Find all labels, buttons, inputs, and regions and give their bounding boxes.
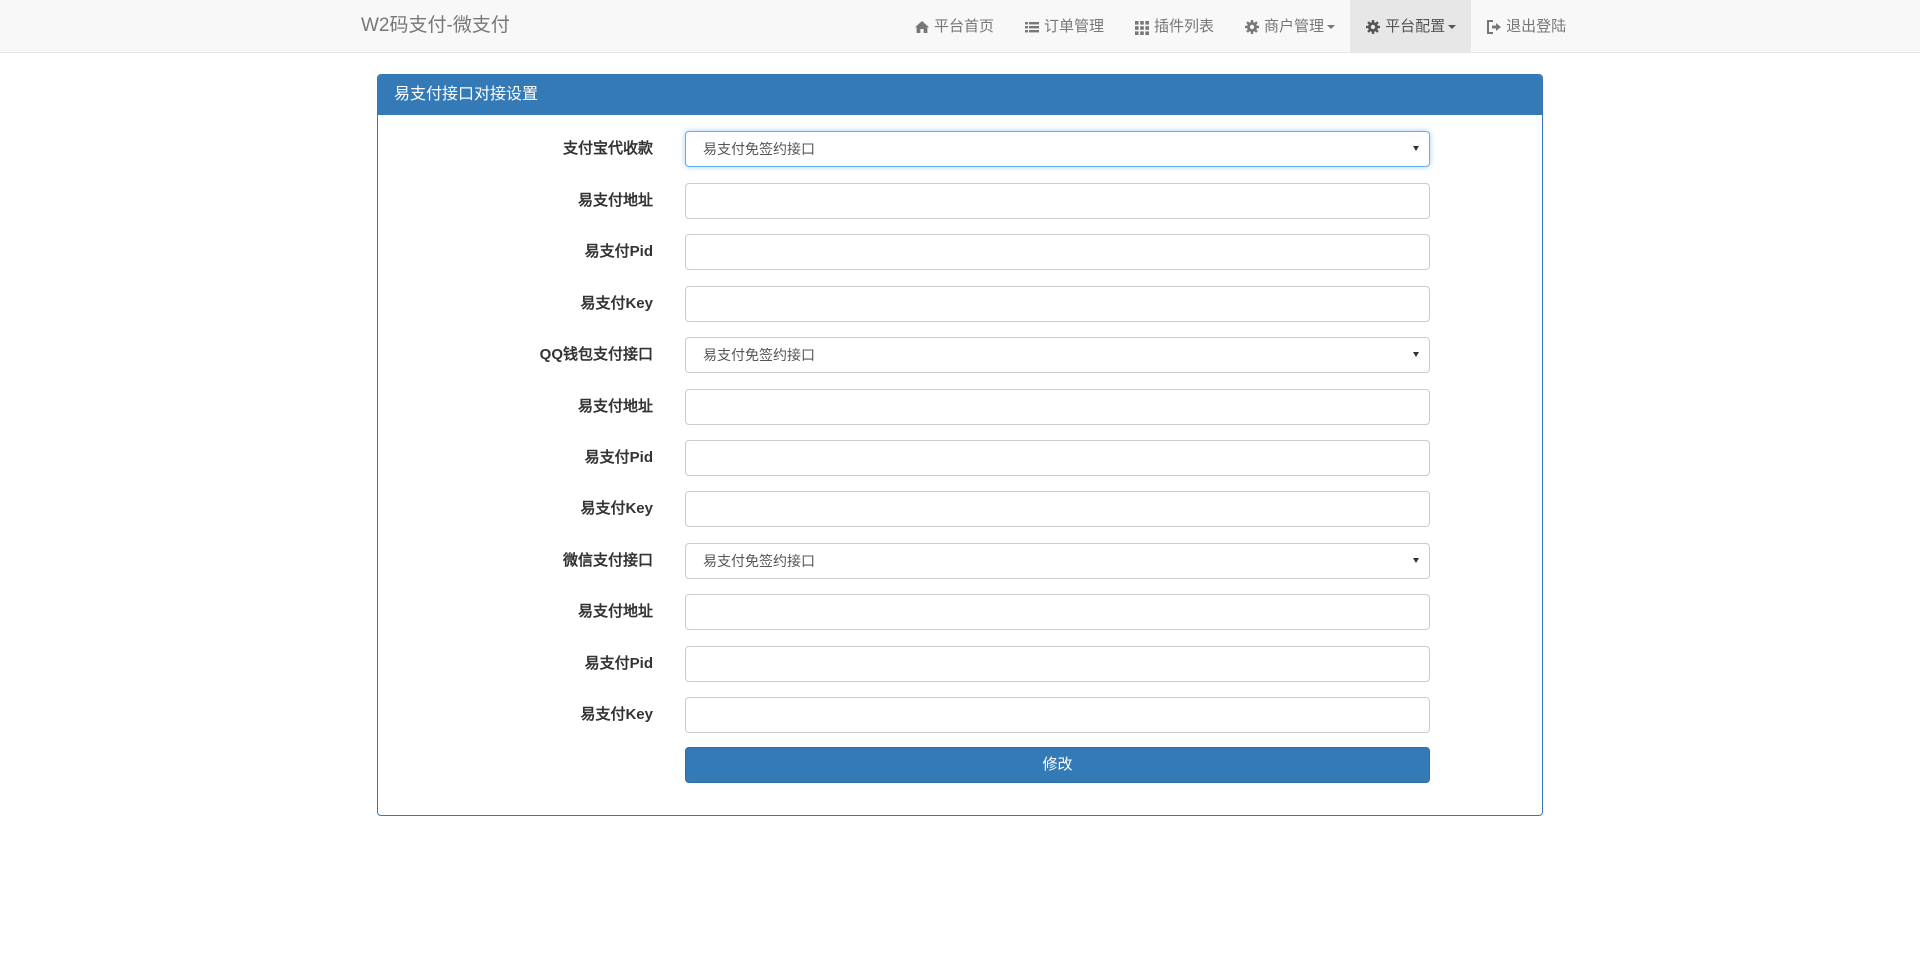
gear-icon [1244, 19, 1260, 35]
nav-item-orders[interactable]: 订单管理 [1009, 0, 1119, 53]
nav-item-plugins[interactable]: 插件列表 [1119, 0, 1229, 53]
alipay-pid-input[interactable] [685, 234, 1430, 270]
qq-pid-label: 易支付Pid [584, 449, 653, 466]
nav-item-merchants-dropdown[interactable]: 商户管理 [1229, 0, 1350, 53]
alipay-select-value: 易支付免签约接口 [703, 141, 815, 157]
wechat-interface-select[interactable]: 易支付免签约接口 [685, 543, 1430, 579]
qq-key-input[interactable] [685, 491, 1430, 527]
qq-url-input[interactable] [685, 389, 1430, 425]
wechat-key-input[interactable] [685, 697, 1430, 733]
nav-item-home[interactable]: 平台首页 [899, 0, 1009, 53]
form-row-alipay-pid: 易支付Pid [378, 234, 1542, 270]
wechat-select-label: 微信支付接口 [562, 552, 653, 569]
form-row-qq-select: QQ钱包支付接口 易支付免签约接口 [378, 337, 1542, 373]
form-row-alipay-url: 易支付地址 [378, 183, 1542, 219]
nav-item-label: 平台配置 [1385, 17, 1446, 35]
form-row-qq-url: 易支付地址 [378, 389, 1542, 425]
alipay-key-label: 易支付Key [580, 295, 653, 312]
nav-item-label: 订单管理 [1044, 17, 1105, 35]
alipay-pid-label: 易支付Pid [584, 243, 653, 260]
nav-item-label: 插件列表 [1154, 17, 1215, 35]
panel-title: 易支付接口对接设置 [378, 75, 1542, 115]
wechat-url-input[interactable] [685, 594, 1430, 630]
qq-interface-select[interactable]: 易支付免签约接口 [685, 337, 1430, 373]
qq-pid-input[interactable] [685, 440, 1430, 476]
brand-title[interactable]: W2码支付-微支付 [361, 0, 510, 53]
nav-menu: 平台首页 订单管理 插件列表 商户管理 平台配置 退出登陆 [899, 0, 1581, 53]
wechat-key-label: 易支付Key [580, 706, 653, 723]
top-navbar: W2码支付-微支付 平台首页 订单管理 插件列表 商户管理 平台配置 退出登陆 [0, 0, 1920, 53]
alipay-key-input[interactable] [685, 286, 1430, 322]
form-row-wechat-url: 易支付地址 [378, 594, 1542, 630]
list-icon [1024, 19, 1040, 35]
nav-item-logout[interactable]: 退出登陆 [1471, 0, 1581, 53]
form-row-wechat-pid: 易支付Pid [378, 646, 1542, 682]
submit-button[interactable]: 修改 [685, 747, 1430, 783]
nav-item-platform-config-dropdown[interactable]: 平台配置 [1350, 0, 1472, 53]
wechat-pid-label: 易支付Pid [584, 655, 653, 672]
alipay-interface-select[interactable]: 易支付免签约接口 [685, 131, 1430, 167]
form-row-wechat-select: 微信支付接口 易支付免签约接口 [378, 543, 1542, 579]
grid-icon [1134, 19, 1150, 35]
caret-down-icon [1448, 24, 1457, 29]
chevron-down-icon [1413, 146, 1419, 151]
nav-item-label: 商户管理 [1264, 17, 1325, 35]
form-row-wechat-key: 易支付Key [378, 697, 1542, 733]
form-row-qq-key: 易支付Key [378, 491, 1542, 527]
qq-select-label: QQ钱包支付接口 [539, 346, 653, 363]
form-row-alipay-select: 支付宝代收款 易支付免签约接口 [378, 131, 1542, 167]
chevron-down-icon [1413, 352, 1419, 357]
chevron-down-icon [1413, 558, 1419, 563]
gear-icon [1365, 19, 1381, 35]
wechat-url-label: 易支付地址 [577, 603, 653, 620]
wechat-pid-input[interactable] [685, 646, 1430, 682]
form-row-alipay-key: 易支付Key [378, 286, 1542, 322]
wechat-select-value: 易支付免签约接口 [703, 553, 815, 569]
qq-key-label: 易支付Key [580, 500, 653, 517]
caret-down-icon [1327, 24, 1336, 29]
form-row-qq-pid: 易支付Pid [378, 440, 1542, 476]
epay-settings-panel: 易支付接口对接设置 支付宝代收款 易支付免签约接口 易支付地址 易支付Pid 易… [377, 74, 1543, 816]
alipay-url-label: 易支付地址 [577, 192, 653, 209]
nav-item-label: 平台首页 [934, 17, 995, 35]
qq-select-value: 易支付免签约接口 [703, 347, 815, 363]
logout-icon [1486, 19, 1502, 35]
alipay-url-input[interactable] [685, 183, 1430, 219]
home-icon [914, 19, 930, 35]
alipay-select-label: 支付宝代收款 [562, 140, 653, 157]
nav-item-label: 退出登陆 [1506, 17, 1567, 35]
qq-url-label: 易支付地址 [577, 398, 653, 415]
